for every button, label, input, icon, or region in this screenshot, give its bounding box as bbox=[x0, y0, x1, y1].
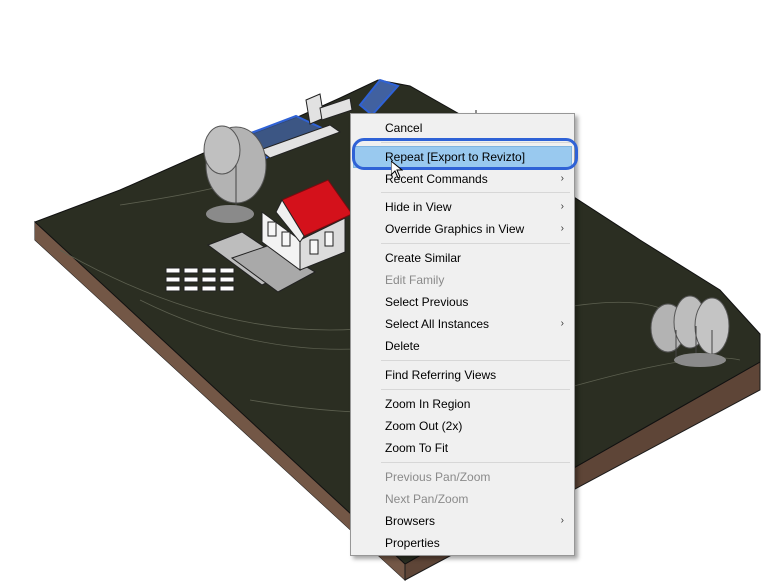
menu-item-label: Create Similar bbox=[385, 251, 462, 265]
menu-item-zoom-to-fit[interactable]: Zoom To Fit bbox=[353, 437, 572, 459]
menu-item-label: Browsers bbox=[385, 514, 436, 528]
menu-item-label: Zoom To Fit bbox=[385, 441, 449, 455]
submenu-arrow-icon: › bbox=[560, 318, 564, 329]
menu-separator bbox=[381, 360, 570, 361]
menu-item-select-previous[interactable]: Select Previous bbox=[353, 291, 572, 313]
submenu-arrow-icon: › bbox=[560, 223, 564, 234]
menu-item-find-referring-views[interactable]: Find Referring Views bbox=[353, 364, 572, 386]
menu-item-override-graphics[interactable]: Override Graphics in View › bbox=[353, 218, 572, 240]
menu-item-recent-commands[interactable]: Recent Commands › bbox=[353, 168, 572, 190]
menu-separator bbox=[381, 462, 570, 463]
menu-item-label: Select Previous bbox=[385, 295, 469, 309]
menu-item-label: Cancel bbox=[385, 121, 423, 135]
menu-separator bbox=[381, 389, 570, 390]
menu-item-browsers[interactable]: Browsers › bbox=[353, 510, 572, 532]
menu-item-zoom-in-region[interactable]: Zoom In Region bbox=[353, 393, 572, 415]
menu-item-delete[interactable]: Delete bbox=[353, 335, 572, 357]
menu-item-label: Hide in View bbox=[385, 200, 452, 214]
menu-item-label: Zoom Out (2x) bbox=[385, 419, 463, 433]
menu-item-label: Next Pan/Zoom bbox=[385, 492, 469, 506]
menu-item-create-similar[interactable]: Create Similar bbox=[353, 247, 572, 269]
submenu-arrow-icon: › bbox=[560, 201, 564, 212]
menu-item-repeat[interactable]: Repeat [Export to Revizto] bbox=[353, 146, 572, 168]
menu-separator bbox=[381, 243, 570, 244]
menu-item-cancel[interactable]: Cancel bbox=[353, 117, 572, 139]
menu-item-label: Repeat [Export to Revizto] bbox=[385, 150, 526, 164]
context-menu: Cancel Repeat [Export to Revizto] Recent… bbox=[350, 113, 575, 556]
menu-item-label: Delete bbox=[385, 339, 420, 353]
menu-item-properties[interactable]: Properties bbox=[353, 532, 572, 554]
menu-item-label: Edit Family bbox=[385, 273, 445, 287]
menu-item-label: Properties bbox=[385, 536, 440, 550]
menu-item-label: Previous Pan/Zoom bbox=[385, 470, 491, 484]
menu-separator bbox=[381, 192, 570, 193]
menu-item-hide-in-view[interactable]: Hide in View › bbox=[353, 196, 572, 218]
menu-separator bbox=[381, 142, 570, 143]
submenu-arrow-icon: › bbox=[560, 173, 564, 184]
submenu-arrow-icon: › bbox=[560, 515, 564, 526]
menu-item-next-pan-zoom: Next Pan/Zoom bbox=[353, 488, 572, 510]
menu-item-label: Find Referring Views bbox=[385, 368, 497, 382]
menu-item-previous-pan-zoom: Previous Pan/Zoom bbox=[353, 466, 572, 488]
menu-item-edit-family: Edit Family bbox=[353, 269, 572, 291]
menu-item-select-all-instances[interactable]: Select All Instances › bbox=[353, 313, 572, 335]
menu-item-zoom-out[interactable]: Zoom Out (2x) bbox=[353, 415, 572, 437]
mouse-cursor-icon bbox=[391, 161, 403, 179]
menu-item-label: Zoom In Region bbox=[385, 397, 471, 411]
menu-item-label: Override Graphics in View bbox=[385, 222, 525, 236]
menu-item-label: Select All Instances bbox=[385, 317, 490, 331]
